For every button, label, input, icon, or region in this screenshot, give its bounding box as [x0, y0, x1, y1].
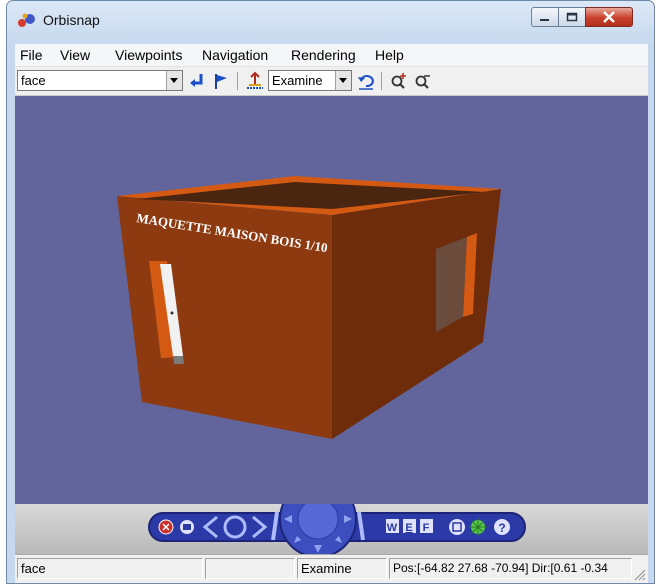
- close-button[interactable]: [585, 7, 633, 27]
- zoom-in-icon[interactable]: [389, 71, 409, 91]
- menu-navigation[interactable]: Navigation: [202, 47, 268, 63]
- menu-bar: File View Viewpoints Navigation Renderin…: [15, 44, 648, 67]
- navigation-mode-dropdown-button[interactable]: [335, 71, 351, 90]
- viewpoint-select-value: face: [21, 73, 46, 88]
- navigation-mode-value: Examine: [272, 73, 323, 88]
- status-bar: face Examine Pos:[-64.82 27.68 -70.94] D…: [15, 554, 648, 583]
- window-title: Orbisnap: [43, 12, 100, 28]
- status-viewpoint: face: [21, 561, 46, 576]
- undo-move-icon[interactable]: [356, 71, 376, 91]
- status-viewpoint-panel: face: [17, 558, 203, 579]
- examine-mode-label: E: [405, 522, 412, 534]
- maximize-icon: [566, 12, 578, 22]
- toolbar-separator: [381, 72, 382, 90]
- chevron-down-icon: [170, 78, 178, 83]
- door-threshold: [173, 356, 184, 364]
- menu-viewpoints[interactable]: Viewpoints: [115, 47, 182, 63]
- house-side-wall: [332, 189, 501, 439]
- toolbar: face Examine: [15, 67, 648, 96]
- navigation-mode-select[interactable]: Examine: [268, 70, 352, 91]
- title-bar[interactable]: Orbisnap: [7, 1, 654, 43]
- navigation-panel-area: W E F ?: [15, 504, 648, 554]
- minimize-icon: [540, 19, 549, 21]
- minimize-button[interactable]: [531, 7, 559, 27]
- status-mode: Examine: [301, 561, 352, 576]
- door-handle: [170, 311, 174, 315]
- menu-help[interactable]: Help: [375, 47, 404, 63]
- status-position: Pos:[-64.82 27.68 -70.94] Dir:[0.61 -0.3…: [393, 561, 608, 575]
- go-to-viewpoint-icon[interactable]: [187, 71, 207, 91]
- navigation-panel[interactable]: W E F ?: [15, 504, 648, 554]
- walk-mode-label: W: [387, 522, 398, 534]
- fly-mode-label: F: [423, 522, 430, 534]
- fit-view-icon[interactable]: [449, 519, 465, 535]
- straighten-up-icon[interactable]: [245, 71, 265, 91]
- client-area: File View Viewpoints Navigation Renderin…: [15, 44, 648, 583]
- menu-rendering[interactable]: Rendering: [291, 47, 356, 63]
- viewpoint-dropdown-button[interactable]: [166, 71, 182, 90]
- orbisnap-app-icon: [18, 13, 35, 27]
- maximize-button[interactable]: [558, 7, 586, 27]
- menu-view[interactable]: View: [60, 47, 90, 63]
- chevron-down-icon: [339, 78, 347, 83]
- status-mode-panel: Examine: [297, 558, 387, 579]
- house-model: MAQUETTE MAISON BOIS 1/10: [117, 176, 501, 439]
- resize-grip-icon[interactable]: [632, 567, 646, 581]
- status-position-panel: Pos:[-64.82 27.68 -70.94] Dir:[0.61 -0.3…: [389, 558, 632, 579]
- 3d-viewport[interactable]: MAQUETTE MAISON BOIS 1/10: [15, 96, 648, 504]
- flag-icon[interactable]: [211, 71, 231, 91]
- status-empty-panel: [205, 558, 295, 579]
- menu-file[interactable]: File: [20, 47, 43, 63]
- zoom-out-icon[interactable]: [413, 71, 433, 91]
- svg-text:?: ?: [498, 521, 505, 535]
- close-icon: [603, 11, 615, 23]
- app-window: Orbisnap File View Viewpoints Navigation…: [6, 0, 655, 584]
- toolbar-separator: [237, 72, 238, 90]
- viewpoint-select[interactable]: face: [17, 70, 183, 91]
- compass-center[interactable]: [297, 504, 339, 540]
